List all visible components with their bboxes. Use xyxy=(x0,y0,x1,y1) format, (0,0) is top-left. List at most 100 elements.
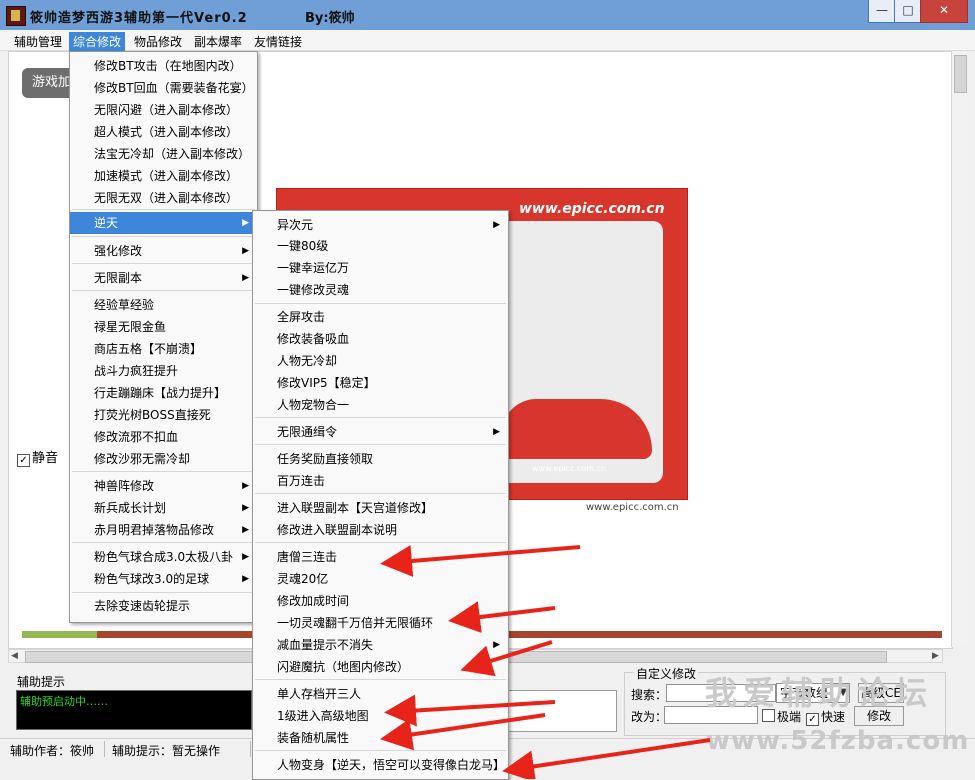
menu-item-beast-array[interactable]: 神兽阵修改 ▶ xyxy=(70,475,257,497)
submenu-item-quest-reward[interactable]: 任务奖励直接领取 xyxy=(253,448,508,470)
submenu-item-pet-merge[interactable]: 人物宠物合一 xyxy=(253,394,508,416)
menu-separator xyxy=(255,750,506,751)
submenu-item-single-save-three[interactable]: 单人存档开三人 xyxy=(253,683,508,705)
menu-bar: 辅助管理 综合修改 物品修改 副本爆率 友情链接 xyxy=(0,30,975,51)
menu-item-label: 修改沙邪无需冷却 xyxy=(94,452,191,466)
submenu-item-soul-multiply[interactable]: 一切灵魂翻千万倍并无限循环 xyxy=(253,612,508,634)
hint-group-title: 辅助提示 xyxy=(17,675,66,689)
submenu-item-tang-triple-hit[interactable]: 唐僧三连击 xyxy=(253,546,508,568)
menu-separator xyxy=(72,471,255,472)
submenu-arrow-icon: ▶ xyxy=(493,427,500,437)
menu-item-label: 赤月明君掉落物品修改 xyxy=(94,523,215,537)
vertical-scrollbar[interactable] xyxy=(951,51,968,647)
mute-label: 静音 xyxy=(32,451,59,466)
submenu-item-alliance-dungeon[interactable]: 进入联盟副本【天宫道修改】 xyxy=(253,497,508,519)
scroll-right-icon[interactable]: ▶ xyxy=(932,650,939,662)
menu-item-chiyue-drop[interactable]: 赤月明君掉落物品修改 ▶ xyxy=(70,519,257,541)
menu-item-artifact-no-cooldown[interactable]: 法宝无冷却（进入副本修改） xyxy=(70,143,257,165)
menu-item-enhance-modify[interactable]: 强化修改 ▶ xyxy=(70,240,257,262)
submenu-item-alliance-dungeon-help[interactable]: 修改进入联盟副本说明 xyxy=(253,519,508,541)
submenu-item-soul-2-billion[interactable]: 灵魂20亿 xyxy=(253,568,508,590)
menu-item-shop-five-slots[interactable]: 商店五格【不崩溃】 xyxy=(70,338,257,360)
search-label: 搜索： xyxy=(631,688,668,702)
menu-item-label: 全屏攻击 xyxy=(277,310,326,324)
submenu-item-another-dimension[interactable]: 异次元 ▶ xyxy=(253,214,508,236)
menu-item-bt-attack[interactable]: 修改BT攻击（在地图内改） xyxy=(70,55,257,77)
submenu-item-infinite-wanted[interactable]: 无限通缉令 ▶ xyxy=(253,421,508,443)
submenu-item-equip-lifesteal[interactable]: 修改装备吸血 xyxy=(253,328,508,350)
menu-general-modify[interactable]: 综合修改 xyxy=(69,32,126,51)
app-icon xyxy=(6,6,26,26)
menu-item-infinite-wushuang[interactable]: 无限无双（进入副本修改） xyxy=(70,187,257,209)
submenu-item-vip5[interactable]: 修改VIP5【稳定】 xyxy=(253,372,508,394)
menu-item-infinite-dodge[interactable]: 无限闪避（进入副本修改） xyxy=(70,99,257,121)
submenu-item-transform[interactable]: 人物变身【逆天，悟空可以变得像白龙马】 xyxy=(253,754,508,776)
title-bar: 筱帅造梦西游3辅助第一代Ver0.2 By:筱帅 — □ ✕ xyxy=(0,0,975,31)
menu-item-modify[interactable]: 物品修改 xyxy=(130,32,186,51)
menu-item-trampoline[interactable]: 行走蹦蹦床【战力提升】 xyxy=(70,382,257,404)
menu-item-nitian[interactable]: 逆天 ▶ xyxy=(70,212,257,234)
mute-checkbox[interactable]: ✓ 静音 xyxy=(17,447,58,467)
watermark-url: www.52fzba.com xyxy=(706,726,970,756)
submenu-item-one-key-soul[interactable]: 一键修改灵魂 xyxy=(253,279,508,301)
menu-separator xyxy=(72,236,255,237)
submenu-item-one-key-level-80[interactable]: 一键80级 xyxy=(253,235,508,257)
menu-item-exp-grass[interactable]: 经验草经验 xyxy=(70,294,257,316)
submenu-item-damage-hint[interactable]: 减血量提示不消失 ▶ xyxy=(253,634,508,656)
menu-dungeon-droprate[interactable]: 副本爆率 xyxy=(190,32,246,51)
menu-item-label: 超人模式（进入副本修改） xyxy=(94,125,239,139)
menu-item-luxing-goldfish[interactable]: 禄星无限金鱼 xyxy=(70,316,257,338)
minimize-button[interactable]: — xyxy=(868,0,896,23)
submenu-item-equip-random-attr[interactable]: 装备随机属性 xyxy=(253,727,508,749)
submenu-item-bonus-time[interactable]: 修改加成时间 xyxy=(253,590,508,612)
menu-item-shaxie-no-cooldown[interactable]: 修改沙邪无需冷却 xyxy=(70,448,257,470)
submenu-item-no-cooldown[interactable]: 人物无冷却 xyxy=(253,350,508,372)
menu-item-superman-mode[interactable]: 超人模式（进入副本修改） xyxy=(70,121,257,143)
watermark-title: 我爱辅助论坛 xyxy=(705,674,934,712)
menu-item-label: 减血量提示不消失 xyxy=(277,638,374,652)
general-modify-menu: 修改BT攻击（在地图内改） 修改BT回血（需要装备花宴） 无限闪避（进入副本修改） 超… xyxy=(69,51,258,623)
menu-separator xyxy=(72,290,255,291)
submenu-arrow-icon: ▶ xyxy=(493,220,500,230)
maximize-button[interactable]: □ xyxy=(894,0,922,23)
menu-separator xyxy=(255,542,506,543)
scroll-left-icon[interactable]: ◀ xyxy=(11,650,18,662)
ad-car-text: www.epicc.com.cn xyxy=(532,464,607,473)
menu-item-recruit-plan[interactable]: 新兵成长计划 ▶ xyxy=(70,497,257,519)
menu-item-label: 商店五格【不崩溃】 xyxy=(94,342,203,356)
menu-item-label: 神兽阵修改 xyxy=(94,479,155,493)
submenu-item-million-combo[interactable]: 百万连击 xyxy=(253,470,508,492)
submenu-item-one-key-luck[interactable]: 一键幸运亿万 xyxy=(253,257,508,279)
menu-item-bt-heal[interactable]: 修改BT回血（需要装备花宴） xyxy=(70,77,257,99)
ad-url: www.epicc.com.cn xyxy=(519,201,665,217)
menu-item-label: 逆天 xyxy=(94,216,119,230)
close-button[interactable]: ✕ xyxy=(920,0,968,23)
nitian-submenu: 异次元 ▶ 一键80级 一键幸运亿万 一键修改灵魂全屏攻击修改装备吸血 人物无冷却 修改VI… xyxy=(252,210,509,780)
submenu-item-fullscreen-attack[interactable]: 全屏攻击 xyxy=(253,306,508,328)
menu-assist-manage[interactable]: 辅助管理 xyxy=(10,32,66,51)
menu-item-pink-balloon-football[interactable]: 粉色气球改3.0的足球 ▶ xyxy=(70,568,257,590)
menu-item-label: 任务奖励直接领取 xyxy=(277,452,374,466)
status-divider xyxy=(250,741,251,757)
vertical-scroll-thumb[interactable] xyxy=(954,55,967,93)
menu-item-label: 百万连击 xyxy=(277,474,326,488)
fast-check-icon[interactable]: ✓ xyxy=(806,713,819,726)
menu-item-fluorescent-boss[interactable]: 打荧光树BOSS直接死 xyxy=(70,404,257,426)
submenu-item-dodge-resist[interactable]: 闪避魔抗（地图内修改） xyxy=(253,656,508,678)
menu-item-infinite-dungeon[interactable]: 无限副本 ▶ xyxy=(70,267,257,289)
menu-item-label: 无限通缉令 xyxy=(277,425,338,439)
menu-item-label: 行走蹦蹦床【战力提升】 xyxy=(94,386,227,400)
menu-item-liuxie-no-damage[interactable]: 修改流邪不扣血 xyxy=(70,426,257,448)
submenu-item-level1-high-map[interactable]: 1级进入高级地图 xyxy=(253,705,508,727)
menu-item-pink-balloon-taiji[interactable]: 粉色气球合成3.0太极八卦 ▶ xyxy=(70,546,257,568)
menu-item-label: 经验草经验 xyxy=(94,298,155,312)
menu-separator xyxy=(72,209,255,210)
submenu-arrow-icon: ▶ xyxy=(242,246,249,256)
menu-item-label: 修改加成时间 xyxy=(277,594,350,608)
menu-item-speed-mode[interactable]: 加速模式（进入副本修改） xyxy=(70,165,257,187)
menu-separator xyxy=(255,417,506,418)
menu-friend-links[interactable]: 友情链接 xyxy=(250,32,306,51)
mute-check-icon[interactable]: ✓ xyxy=(17,454,30,467)
menu-item-power-boost[interactable]: 战斗力疯狂提升 xyxy=(70,360,257,382)
menu-item-remove-gear-prompt[interactable]: 去除变速齿轮提示 xyxy=(70,595,257,617)
